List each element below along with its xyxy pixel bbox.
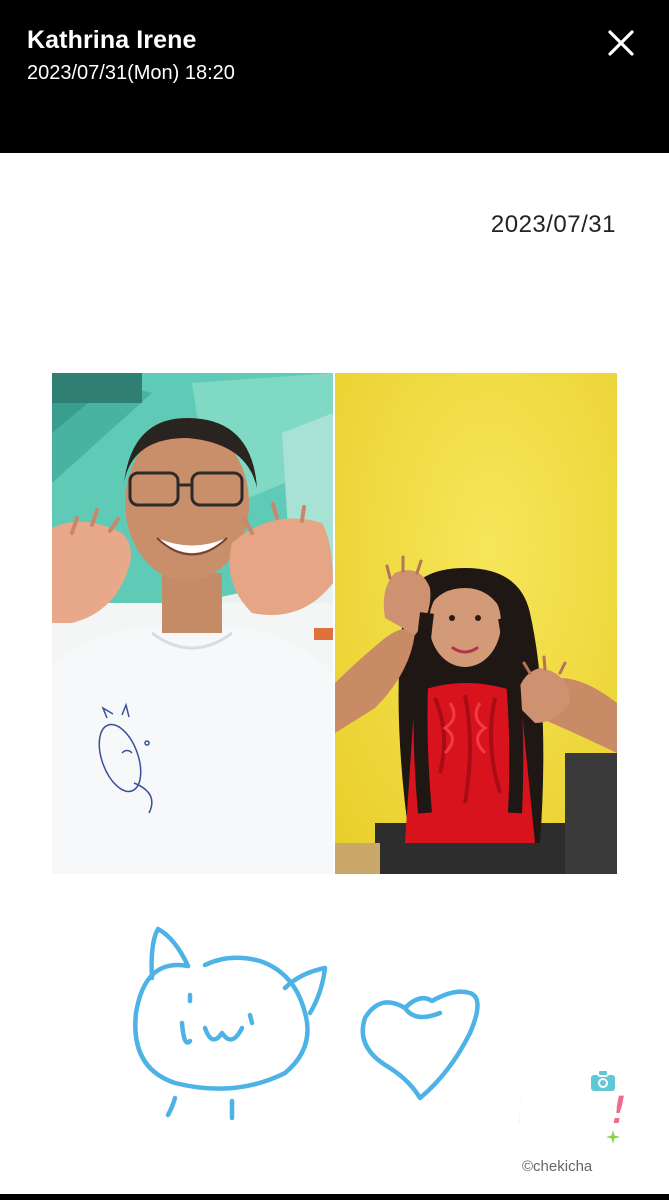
camera-icon [589, 1069, 617, 1093]
close-button[interactable] [600, 22, 642, 64]
sparkle-icon [606, 1130, 620, 1144]
cat-face-doodle [133, 926, 328, 1121]
brand-copyright: ©chekicha [522, 1158, 593, 1175]
close-icon [608, 30, 634, 56]
cheki-card[interactable]: 2023/07/31 チェキチャ! ©chekicha [0, 153, 669, 1194]
viewer-header: Kathrina Irene 2023/07/31(Mon) 18:20 [0, 0, 669, 153]
drawing-layer [133, 926, 480, 1121]
sender-name: Kathrina Irene [27, 26, 197, 54]
sent-timestamp: 2023/07/31(Mon) 18:20 [27, 62, 235, 84]
bottom-bar [0, 1194, 669, 1200]
